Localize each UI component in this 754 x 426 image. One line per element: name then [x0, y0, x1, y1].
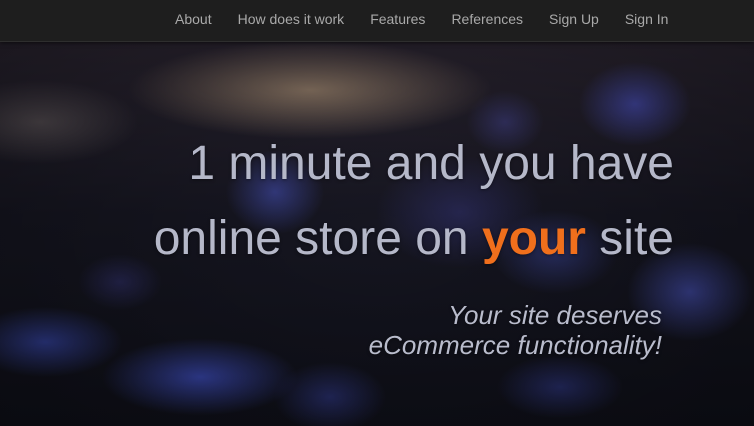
headline-text-after: site [585, 212, 674, 265]
headline-line-1: 1 minute and you have [188, 137, 674, 190]
tagline-line-2: eCommerce functionality! [368, 330, 662, 360]
tagline-line-1: Your site deserves [448, 300, 662, 330]
headline-accent-word: your [481, 212, 586, 265]
nav-link-references[interactable]: References [451, 11, 523, 27]
hero-tagline: Your site deserves eCommerce functionali… [369, 300, 662, 360]
hero-headline: 1 minute and you have online store on yo… [154, 126, 674, 276]
headline-text-before: online store on [153, 212, 482, 265]
nav-link-sign-in[interactable]: Sign In [625, 11, 669, 27]
nav-link-sign-up[interactable]: Sign Up [549, 11, 599, 27]
top-navbar: About How does it work Features Referenc… [0, 0, 754, 42]
nav-link-about[interactable]: About [175, 11, 212, 27]
nav-menu: About How does it work Features Referenc… [162, 0, 681, 37]
hero-banner: 1 minute and you have online store on yo… [0, 42, 754, 426]
nav-link-how-does-it-work[interactable]: How does it work [238, 11, 345, 27]
page: About How does it work Features Referenc… [0, 0, 754, 426]
headline-line-2: online store on your site [154, 201, 674, 276]
nav-link-features[interactable]: Features [370, 11, 425, 27]
